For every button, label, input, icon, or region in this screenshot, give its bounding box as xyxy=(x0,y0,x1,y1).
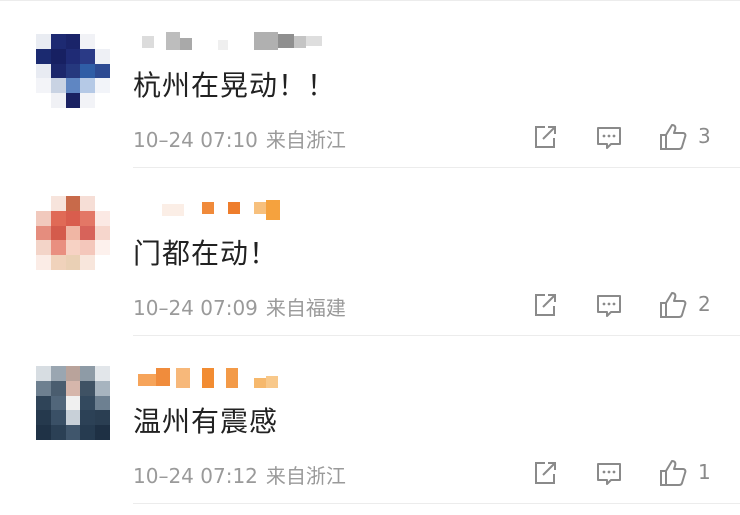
comment-text: 温州有震感 xyxy=(133,405,279,438)
comment-icon[interactable] xyxy=(592,456,626,490)
comment-icon[interactable] xyxy=(592,288,626,322)
comment-item: 温州有震感 10–24 07:12 来自浙江 1 xyxy=(0,336,740,504)
comment-actions: 3 xyxy=(528,118,728,154)
comment-meta: 10–24 07:10 来自浙江 xyxy=(133,124,346,153)
like-count: 1 xyxy=(698,460,711,484)
thumbs-up-icon[interactable] xyxy=(656,120,690,154)
share-icon[interactable] xyxy=(528,456,562,490)
source-location: 来自浙江 xyxy=(265,128,346,152)
comment-icon[interactable] xyxy=(592,120,626,154)
thumbs-up-icon[interactable] xyxy=(656,456,690,490)
comment-meta: 10–24 07:12 来自浙江 xyxy=(133,460,346,489)
source-location: 来自浙江 xyxy=(265,464,346,488)
username-mosaic[interactable] xyxy=(136,200,346,220)
comment-list: 杭州在晃动！！ 10–24 07:10 来自浙江 3 门都在动！ 10–24 0… xyxy=(0,0,740,515)
source-location: 来自福建 xyxy=(265,296,346,320)
comment-item: 杭州在晃动！！ 10–24 07:10 来自浙江 3 xyxy=(0,0,740,168)
thumbs-up-icon[interactable] xyxy=(656,288,690,322)
avatar[interactable] xyxy=(36,366,110,440)
share-icon[interactable] xyxy=(528,120,562,154)
like-count: 3 xyxy=(698,124,711,148)
comment-item: 门都在动！ 10–24 07:09 来自福建 2 xyxy=(0,168,740,336)
username-mosaic[interactable] xyxy=(136,32,346,50)
comment-actions: 2 xyxy=(528,286,728,322)
timestamp: 10–24 07:12 xyxy=(133,464,258,488)
like-count: 2 xyxy=(698,292,711,316)
username-mosaic[interactable] xyxy=(136,368,346,388)
comment-text: 门都在动！ xyxy=(133,237,279,270)
timestamp: 10–24 07:09 xyxy=(133,296,258,320)
comment-actions: 1 xyxy=(528,454,728,490)
share-icon[interactable] xyxy=(528,288,562,322)
comment-meta: 10–24 07:09 来自福建 xyxy=(133,292,346,321)
timestamp: 10–24 07:10 xyxy=(133,128,258,152)
divider xyxy=(133,503,740,504)
avatar[interactable] xyxy=(36,196,110,270)
comment-text: 杭州在晃动！！ xyxy=(133,69,337,102)
avatar[interactable] xyxy=(36,34,110,108)
